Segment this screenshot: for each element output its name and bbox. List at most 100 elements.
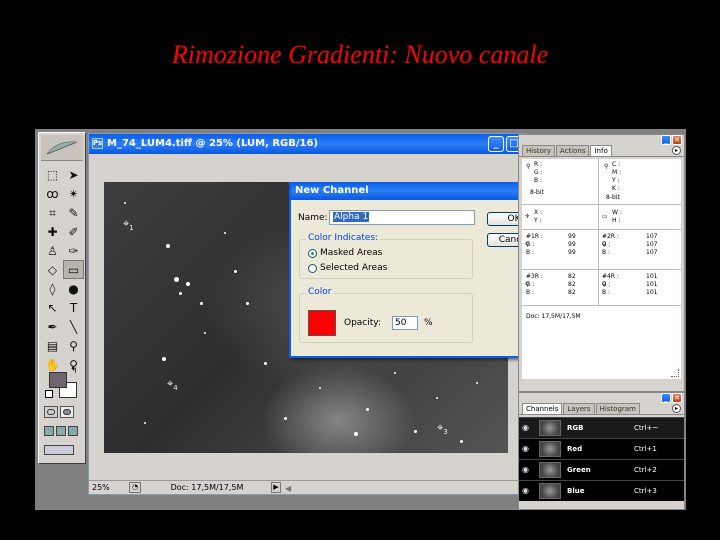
status-menu-arrow-icon[interactable]: ▶	[271, 482, 281, 493]
swap-colors-icon[interactable]: ↰	[70, 366, 78, 376]
star	[414, 430, 417, 433]
jump-to-row	[44, 445, 84, 455]
wh-readout: W : H :	[612, 209, 622, 224]
channels-palette-close-button[interactable]: ✕	[672, 393, 682, 403]
info-palette-close-button[interactable]: ✕	[672, 135, 682, 145]
star	[366, 408, 369, 411]
star	[284, 417, 287, 420]
marquee-tool-icon[interactable]: ⬚	[42, 165, 63, 184]
channel-row-red[interactable]: ◉ Red Ctrl+1	[519, 438, 684, 459]
opacity-input[interactable]: 50	[392, 316, 418, 330]
tool-grid: ⬚ ➤ ꝏ ✴ ⌗ ✎ ✚ ✐ ♙ ✑ ◇ ▭ ◊ ● ↖ T ✒ ╲ ▤ ⚲ …	[42, 165, 84, 374]
resize-grip-icon[interactable]	[671, 369, 679, 377]
standard-mode-button[interactable]	[44, 406, 58, 418]
channels-palette-menu-icon[interactable]: ▸	[672, 404, 681, 413]
masked-areas-radio[interactable]: Masked Areas	[308, 248, 382, 258]
screen-mode-full-menu-button[interactable]	[56, 426, 66, 436]
eye-icon[interactable]: ◉	[522, 466, 532, 474]
color-swatches: ↰	[45, 366, 83, 400]
star	[186, 282, 190, 286]
channel-row-rgb[interactable]: ◉ RGB Ctrl+~	[519, 417, 684, 438]
selected-areas-radio[interactable]: Selected Areas	[308, 263, 387, 273]
info-palette-menu-icon[interactable]: ▸	[672, 146, 681, 155]
dodge-tool-icon[interactable]: ●	[63, 279, 84, 298]
sampler-1-labels: #1R : G : B :	[526, 233, 543, 256]
clone-stamp-tool-icon[interactable]: ♙	[42, 241, 63, 260]
gradient-tool-icon[interactable]: ▭	[63, 260, 84, 279]
line-tool-icon[interactable]: ╲	[63, 317, 84, 336]
color-sampler-3[interactable]: ⌖3	[437, 422, 448, 436]
tab-histogram[interactable]: Histogram	[595, 403, 640, 414]
channel-row-green[interactable]: ◉ Green Ctrl+2	[519, 459, 684, 480]
foreground-color-swatch[interactable]	[49, 372, 67, 388]
healing-brush-tool-icon[interactable]: ✚	[42, 222, 63, 241]
info-palette-topbar[interactable]: _ ✕	[519, 135, 684, 145]
star	[204, 332, 206, 334]
minimize-button[interactable]: _	[488, 136, 504, 152]
sampler-2-values: 107 107 107	[646, 233, 658, 256]
screen-mode-full-button[interactable]	[68, 426, 78, 436]
info-vertical-separator	[598, 159, 599, 305]
tab-actions[interactable]: Actions	[555, 145, 590, 156]
channel-name-input[interactable]: Alpha 1	[329, 210, 475, 225]
star	[174, 277, 179, 282]
brush-tool-icon[interactable]: ✐	[63, 222, 84, 241]
tab-history[interactable]: History	[522, 145, 555, 156]
pen-tool-icon[interactable]: ✒	[42, 317, 63, 336]
eyedropper-icon: ⚲	[604, 163, 609, 170]
color-group: Color Opacity: 50 %	[299, 287, 473, 343]
channels-palette-topbar[interactable]: _ ✕	[519, 393, 684, 403]
eye-icon[interactable]: ◉	[522, 445, 532, 453]
feather-logo[interactable]	[41, 135, 83, 161]
info-separator	[522, 305, 681, 306]
eye-icon[interactable]: ◉	[522, 487, 532, 495]
document-icon: Ps	[92, 138, 103, 149]
mask-color-swatch[interactable]	[308, 310, 336, 336]
document-titlebar[interactable]: Ps M_74_LUM4.tiff @ 25% (LUM, RGB/16) _ …	[89, 134, 525, 154]
screen-mode-standard-button[interactable]	[44, 426, 54, 436]
feather-icon	[46, 141, 78, 155]
star	[179, 292, 182, 295]
path-selection-tool-icon[interactable]: ↖	[42, 298, 63, 317]
sampler-4-values: 101 101 101	[646, 273, 658, 296]
quick-mask-mode-button[interactable]	[60, 406, 74, 418]
eye-icon[interactable]: ◉	[522, 424, 532, 432]
jump-to-imageready-button[interactable]	[44, 445, 74, 455]
tab-info[interactable]: Info	[590, 145, 612, 156]
type-tool-icon[interactable]: T	[63, 298, 84, 317]
move-tool-icon[interactable]: ➤	[63, 165, 84, 184]
history-brush-tool-icon[interactable]: ✑	[63, 241, 84, 260]
dialog-titlebar[interactable]: New Channel ✕	[291, 182, 548, 200]
channel-name: Red	[567, 445, 583, 453]
lasso-tool-icon[interactable]: ꝏ	[42, 184, 63, 203]
selected-areas-radio-dot	[308, 263, 317, 273]
channel-shortcut: Ctrl+~	[634, 424, 659, 432]
slice-tool-icon[interactable]: ✎	[63, 203, 84, 222]
crop-tool-icon[interactable]: ⌗	[42, 203, 63, 222]
blur-tool-icon[interactable]: ◊	[42, 279, 63, 298]
tab-channels[interactable]: Channels	[522, 403, 563, 414]
color-sampler-4[interactable]: ⌖4	[167, 378, 178, 392]
scroll-left-icon[interactable]: ◀	[285, 482, 291, 495]
info-doc-size: Doc: 17,5M/17,5M	[526, 313, 581, 320]
eyedropper-icon: ⚲	[526, 163, 531, 170]
color-indicates-group: Color Indicates: Masked Areas Selected A…	[299, 233, 473, 279]
rgb-readout: R : G : B :	[534, 161, 543, 184]
eraser-tool-icon[interactable]: ◇	[42, 260, 63, 279]
info-panel-body: ⚲ R : G : B : ⚲ C : M : Y : K : 8-bit 8-…	[522, 159, 681, 379]
eyedropper-tool-icon[interactable]: ⚲	[63, 336, 84, 355]
info-palette-minimize-button[interactable]: _	[661, 135, 671, 145]
color-sampler-1[interactable]: ⌖1	[123, 218, 134, 232]
status-info-icon[interactable]: ◔	[129, 482, 141, 493]
star	[144, 422, 146, 424]
tab-layers[interactable]: Layers	[563, 403, 595, 414]
opacity-label: Opacity:	[344, 318, 381, 328]
zoom-field[interactable]: 25%	[92, 481, 110, 494]
magic-wand-tool-icon[interactable]: ✴	[63, 184, 84, 203]
channel-shortcut: Ctrl+1	[634, 445, 657, 453]
channels-palette-minimize-button[interactable]: _	[661, 393, 671, 403]
channel-name: RGB	[567, 424, 584, 432]
notes-tool-icon[interactable]: ▤	[42, 336, 63, 355]
default-colors-icon[interactable]	[45, 390, 53, 398]
channel-row-blue[interactable]: ◉ Blue Ctrl+3	[519, 480, 684, 501]
